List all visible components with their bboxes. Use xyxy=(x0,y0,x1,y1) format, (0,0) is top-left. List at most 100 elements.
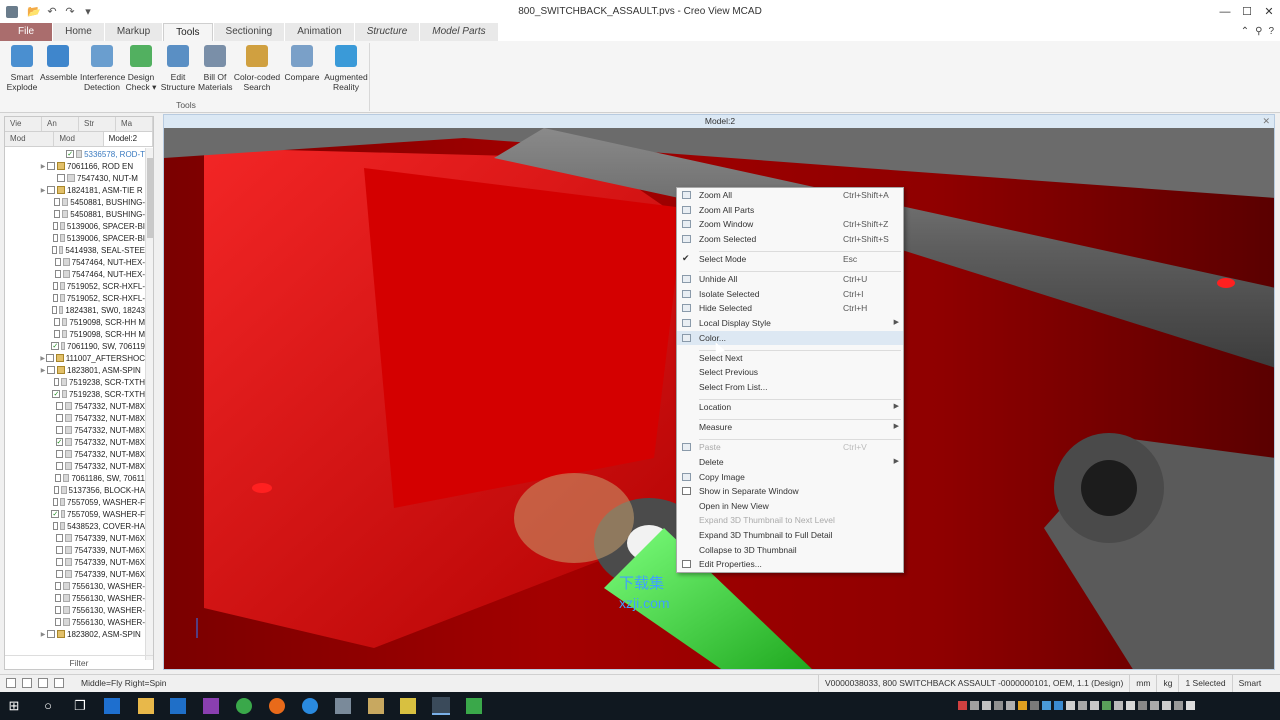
visibility-checkbox[interactable] xyxy=(53,522,59,530)
visibility-checkbox[interactable] xyxy=(53,378,60,386)
visibility-checkbox[interactable] xyxy=(52,234,58,242)
visibility-checkbox[interactable] xyxy=(55,534,64,542)
tray-icon[interactable] xyxy=(1126,701,1135,710)
menu-item-collapse-to-3d-thumbnail[interactable]: Collapse to 3D Thumbnail xyxy=(677,543,903,557)
tray-icon[interactable] xyxy=(1114,701,1123,710)
app-icon[interactable] xyxy=(400,698,416,714)
tree-row[interactable]: ✓ 5336578, ROD-T xyxy=(5,148,145,160)
tree-row[interactable]: 5139006, SPACER-BI xyxy=(5,232,145,244)
tree-row[interactable]: 7547332, NUT-M8X xyxy=(5,448,145,460)
visibility-checkbox[interactable] xyxy=(55,546,64,554)
visibility-checkbox[interactable] xyxy=(55,558,64,566)
filter-label[interactable]: Filter xyxy=(5,655,153,669)
redo-icon[interactable]: ↷ xyxy=(62,4,78,20)
tree-row[interactable]: 7556130, WASHER- xyxy=(5,592,145,604)
ribbon-button-2[interactable]: Interference Detection xyxy=(80,45,125,92)
layout-single-icon[interactable] xyxy=(6,678,16,688)
visibility-checkbox[interactable] xyxy=(55,570,64,578)
tree-row[interactable]: ▶ 1823802, ASM-SPIN xyxy=(5,628,145,640)
tree-row[interactable]: 7547332, NUT-M8X xyxy=(5,400,145,412)
onenote-icon[interactable] xyxy=(203,698,219,714)
visibility-checkbox[interactable] xyxy=(54,618,62,626)
tree-row[interactable]: ▶ 111007_AFTERSHOC xyxy=(5,352,145,364)
visibility-checkbox[interactable] xyxy=(53,318,60,326)
expand-arrow-icon[interactable]: ▶ xyxy=(39,187,47,194)
menu-item-show-in-separate-window[interactable]: Show in Separate Window xyxy=(677,484,903,498)
panel-tab-top[interactable]: An xyxy=(42,117,79,131)
tray-icon[interactable] xyxy=(1054,701,1063,710)
layout-split-icon[interactable] xyxy=(22,678,32,688)
tree-row[interactable]: 7557059, WASHER-F xyxy=(5,496,145,508)
menu-item-delete[interactable]: Delete ▶ xyxy=(677,455,903,469)
visibility-checkbox[interactable] xyxy=(52,222,58,230)
minimize-button[interactable]: — xyxy=(1214,0,1236,24)
tab-animation[interactable]: Animation xyxy=(285,23,354,41)
tree-row[interactable]: 7547332, NUT-M8X xyxy=(5,412,145,424)
tray-icon[interactable] xyxy=(1078,701,1087,710)
qat-more-icon[interactable]: ▾ xyxy=(80,4,96,20)
visibility-checkbox[interactable] xyxy=(55,450,64,458)
panel-tab-bottom[interactable]: Mod xyxy=(5,132,55,146)
mass-unit[interactable]: kg xyxy=(1156,675,1178,692)
tray-icon[interactable] xyxy=(1018,701,1027,710)
ribbon-button-5[interactable]: Bill Of Materials xyxy=(198,45,232,92)
scrollbar-thumb[interactable] xyxy=(147,158,153,238)
task-view-icon[interactable]: ❐ xyxy=(70,696,90,716)
tree-row[interactable]: 7547430, NUT-M xyxy=(5,172,145,184)
tree-row[interactable]: 5450881, BUSHING- xyxy=(5,208,145,220)
tree-row[interactable]: ✓ 7519238, SCR-TXTH xyxy=(5,388,145,400)
tree-row[interactable]: ▶ 1824181, ASM-TIE R xyxy=(5,184,145,196)
visibility-checkbox[interactable] xyxy=(54,210,61,218)
help-icon[interactable]: ? xyxy=(1268,23,1274,41)
tray-icon[interactable] xyxy=(958,701,967,710)
visibility-checkbox[interactable] xyxy=(52,294,58,302)
tree-row[interactable]: 7547339, NUT-M6X xyxy=(5,532,145,544)
ribbon-button-0[interactable]: Smart Explode xyxy=(6,45,38,92)
menu-item-copy-image[interactable]: Copy Image xyxy=(677,470,903,484)
creo-view-taskbar-icon[interactable] xyxy=(432,697,450,715)
expand-arrow-icon[interactable]: ▶ xyxy=(39,163,47,170)
selection-mode-dropdown[interactable]: Smart xyxy=(1231,675,1280,692)
visibility-checkbox[interactable] xyxy=(55,462,64,470)
tree-row[interactable]: 5414938, SEAL-STEE xyxy=(5,244,145,256)
outlook-icon[interactable] xyxy=(170,698,186,714)
menu-item-zoom-window[interactable]: Zoom Window Ctrl+Shift+Z xyxy=(677,217,903,231)
menu-item-select-next[interactable]: Select Next xyxy=(677,351,903,365)
expand-arrow-icon[interactable]: ▶ xyxy=(39,367,47,374)
panel-toggle-icon[interactable] xyxy=(54,678,64,688)
layout-stack-icon[interactable] xyxy=(38,678,48,688)
close-button[interactable]: ✕ xyxy=(1258,0,1280,24)
tab-sectioning[interactable]: Sectioning xyxy=(213,23,285,41)
tree-row[interactable]: 7547339, NUT-M6X xyxy=(5,556,145,568)
tree-row[interactable]: ▶ 7061166, ROD EN xyxy=(5,160,145,172)
ribbon-button-1[interactable]: Assemble xyxy=(40,45,77,82)
tree-row[interactable]: 7547464, NUT-HEX- xyxy=(5,268,145,280)
tree-row[interactable]: 7519052, SCR-HXFL- xyxy=(5,280,145,292)
menu-item-select-from-list[interactable]: Select From List... xyxy=(677,380,903,394)
app-icon[interactable] xyxy=(6,6,18,18)
tray-icon[interactable] xyxy=(970,701,979,710)
menu-item-measure[interactable]: Measure ▶ xyxy=(677,420,903,434)
maximize-button[interactable]: ☐ xyxy=(1236,0,1258,24)
menu-item-location[interactable]: Location ▶ xyxy=(677,400,903,414)
search-icon[interactable]: ⚲ xyxy=(1255,23,1262,41)
menu-item-expand-3d-thumbnail-to-full-detail[interactable]: Expand 3D Thumbnail to Full Detail xyxy=(677,528,903,542)
tray-icon[interactable] xyxy=(1174,701,1183,710)
ie-icon[interactable] xyxy=(302,698,318,714)
visibility-checkbox[interactable]: ✓ xyxy=(51,510,60,518)
ribbon-button-4[interactable]: Edit Structure xyxy=(160,45,196,92)
visibility-checkbox[interactable] xyxy=(54,258,62,266)
visibility-checkbox[interactable]: ✓ xyxy=(51,342,60,350)
menu-item-unhide-all[interactable]: Unhide All Ctrl+U xyxy=(677,272,903,286)
tray-icon[interactable] xyxy=(1042,701,1051,710)
panel-tab-bottom[interactable]: Mod xyxy=(54,132,104,146)
visibility-checkbox[interactable] xyxy=(46,354,55,362)
open-icon[interactable]: 📂 xyxy=(26,4,42,20)
visibility-checkbox[interactable] xyxy=(52,282,58,290)
tree-row[interactable]: 1824381, SW0, 18243 xyxy=(5,304,145,316)
tree-row[interactable]: 5450881, BUSHING- xyxy=(5,196,145,208)
tree-row[interactable]: ✓ 7547332, NUT-M8X xyxy=(5,436,145,448)
visibility-checkbox[interactable] xyxy=(54,606,62,614)
visibility-checkbox[interactable] xyxy=(55,426,64,434)
visibility-checkbox[interactable] xyxy=(54,270,62,278)
